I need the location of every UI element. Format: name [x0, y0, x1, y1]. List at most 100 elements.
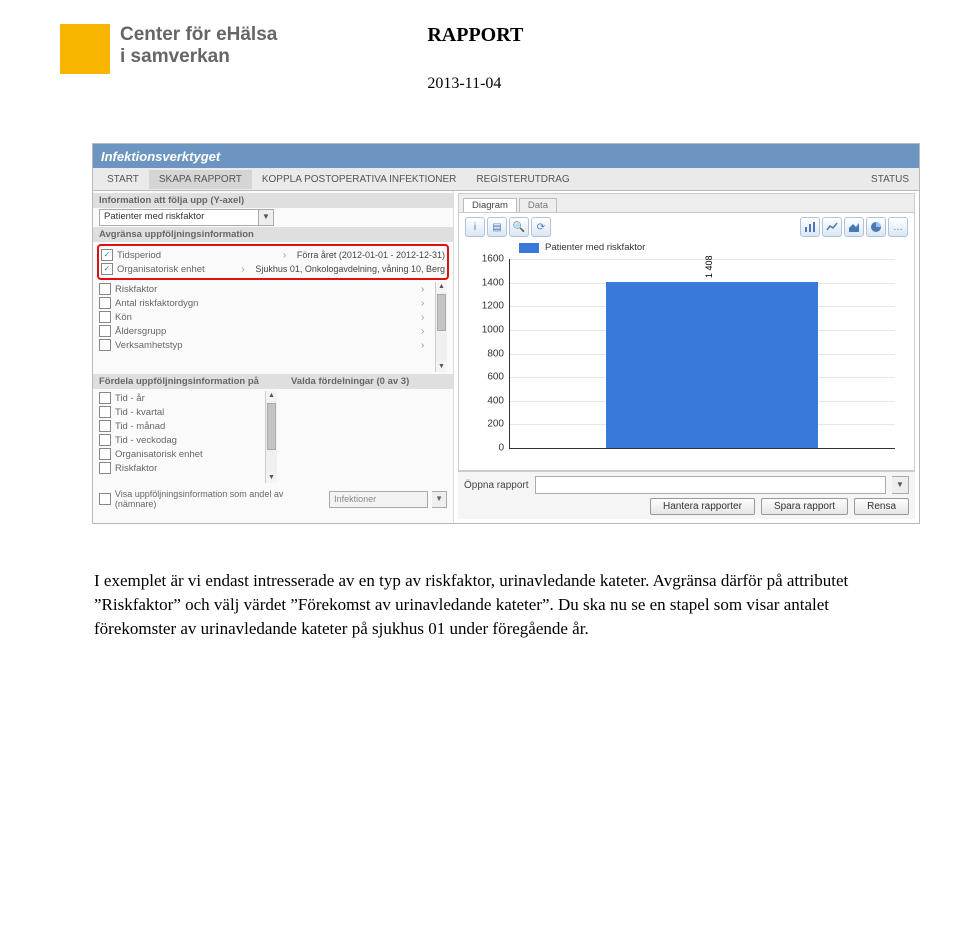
limit-scrollbar[interactable]: ▲ ▼: [435, 282, 447, 372]
checkbox-icon[interactable]: [99, 283, 111, 295]
chevron-right-icon[interactable]: ›: [283, 250, 293, 261]
limit-label: Verksamhetstyp: [115, 340, 235, 351]
app-screenshot: Infektionsverktyget START SKAPA RAPPORT …: [92, 143, 920, 524]
checkbox-icon[interactable]: [99, 325, 111, 337]
distribute-label: Tid - kvartal: [115, 407, 164, 418]
ytick: 1400: [472, 277, 504, 288]
checkbox-icon[interactable]: ✓: [101, 249, 113, 261]
body-paragraph: I exemplet är vi endast intresserade av …: [94, 569, 880, 640]
chevron-right-icon[interactable]: ›: [241, 264, 251, 275]
limit-row-orgenhet[interactable]: ✓ Organisatorisk enhet › Sjukhus 01, Onk…: [101, 262, 445, 276]
checkbox-icon[interactable]: [99, 339, 111, 351]
chart-plot: 1600 1400 1200 1000 800 600 400 200 0 1 …: [459, 259, 914, 470]
ytick: 0: [472, 443, 504, 454]
header-right: RAPPORT 2013-11-04: [427, 24, 523, 93]
share-select[interactable]: Infektioner: [329, 491, 428, 508]
logo-line-1: Center för eHälsa: [120, 24, 277, 46]
left-panel: Information att följa upp (Y-axel) Patie…: [93, 191, 454, 523]
yaxis-select-arrow[interactable]: ▼: [259, 209, 274, 226]
plot-axes: 1600 1400 1200 1000 800 600 400 200 0 1 …: [509, 259, 895, 449]
report-title: RAPPORT: [427, 24, 523, 47]
limit-row-kon[interactable]: Kön ›: [99, 310, 435, 324]
scroll-up-icon[interactable]: ▲: [436, 282, 447, 292]
chevron-right-icon[interactable]: ›: [421, 284, 431, 295]
share-label: Visa uppföljningsinformation som andel a…: [115, 489, 325, 509]
bar-chart-icon[interactable]: [800, 217, 820, 237]
chart-tabs: Diagram Data: [459, 194, 914, 213]
scroll-down-icon[interactable]: ▼: [266, 473, 277, 483]
limit-row-antal[interactable]: Antal riskfaktordygn ›: [99, 296, 435, 310]
ytick: 1000: [472, 324, 504, 335]
bottom-controls: Öppna rapport ▼ Hantera rapporter Spara …: [458, 471, 915, 519]
app-titlebar: Infektionsverktyget: [93, 144, 919, 168]
app-body: Information att följa upp (Y-axel) Patie…: [93, 191, 919, 523]
save-report-button[interactable]: Spara rapport: [761, 498, 848, 515]
manage-reports-button[interactable]: Hantera rapporter: [650, 498, 755, 515]
ytick: 1600: [472, 254, 504, 265]
open-report-field[interactable]: [535, 476, 887, 494]
limit-label: Riskfaktor: [115, 284, 235, 295]
refresh-icon[interactable]: ⟳: [531, 217, 551, 237]
bar-value-label: 1 408: [704, 255, 714, 278]
checkbox-icon[interactable]: [99, 448, 111, 460]
tab-status[interactable]: STATUS: [861, 170, 919, 189]
info-icon[interactable]: i: [465, 217, 485, 237]
chevron-right-icon[interactable]: ›: [421, 340, 431, 351]
area-chart-icon[interactable]: [844, 217, 864, 237]
logo-line-2: i samverkan: [120, 46, 277, 68]
logo-text: Center för eHälsa i samverkan: [120, 24, 277, 68]
distribute-label: Riskfaktor: [115, 463, 157, 474]
checkbox-icon[interactable]: [99, 462, 111, 474]
share-row: Visa uppföljningsinformation som andel a…: [93, 485, 453, 517]
page-header: Center för eHälsa i samverkan RAPPORT 20…: [0, 0, 960, 93]
line-chart-icon[interactable]: [822, 217, 842, 237]
checkbox-icon[interactable]: [99, 420, 111, 432]
other-chart-icon[interactable]: …: [888, 217, 908, 237]
distribute-list: Tid - år Tid - kvartal Tid - månad Tid -…: [99, 391, 447, 483]
checkbox-icon[interactable]: [99, 297, 111, 309]
reports-icon[interactable]: ▤: [487, 217, 507, 237]
limit-header: Avgränsa uppföljningsinformation: [93, 227, 453, 242]
scroll-down-icon[interactable]: ▼: [436, 362, 447, 372]
distribute-scrollbar[interactable]: ▲ ▼: [265, 391, 277, 483]
tab-start[interactable]: START: [97, 170, 149, 189]
chevron-right-icon[interactable]: ›: [421, 312, 431, 323]
report-date: 2013-11-04: [427, 75, 523, 93]
chevron-right-icon[interactable]: ›: [421, 298, 431, 309]
limit-row-verksamhetstyp[interactable]: Verksamhetstyp ›: [99, 338, 435, 352]
right-panel: Diagram Data i ▤ 🔍 ⟳: [454, 191, 919, 523]
limit-row-tidsperiod[interactable]: ✓ Tidsperiod › Förra året (2012-01-01 - …: [101, 248, 445, 262]
checkbox-icon[interactable]: [99, 406, 111, 418]
chart-tab-data[interactable]: Data: [519, 198, 557, 212]
checkbox-icon[interactable]: [99, 434, 111, 446]
limit-row-riskfaktor[interactable]: Riskfaktor ›: [99, 282, 435, 296]
scroll-up-icon[interactable]: ▲: [266, 391, 277, 401]
chevron-down-icon[interactable]: ▼: [432, 491, 447, 508]
zoom-icon[interactable]: 🔍: [509, 217, 529, 237]
tab-registerutdrag[interactable]: REGISTERUTDRAG: [466, 170, 579, 189]
limit-row-aldersgrupp[interactable]: Åldersgrupp ›: [99, 324, 435, 338]
distribute-label: Tid - månad: [115, 421, 165, 432]
distribute-selected-header: Valda fördelningar (0 av 3): [285, 374, 453, 389]
distribute-label: Tid - veckodag: [115, 435, 177, 446]
checkbox-icon[interactable]: [99, 311, 111, 323]
clear-button[interactable]: Rensa: [854, 498, 909, 515]
highlight-box: ✓ Tidsperiod › Förra året (2012-01-01 - …: [97, 244, 449, 280]
ytick: 200: [472, 419, 504, 430]
ytick: 800: [472, 348, 504, 359]
checkbox-icon[interactable]: [99, 392, 111, 404]
limit-label: Kön: [115, 312, 235, 323]
chart-tab-diagram[interactable]: Diagram: [463, 198, 517, 212]
checkbox-icon[interactable]: ✓: [101, 263, 113, 275]
checkbox-icon[interactable]: [99, 493, 111, 505]
pie-chart-icon[interactable]: [866, 217, 886, 237]
tab-koppla[interactable]: KOPPLA POSTOPERATIVA INFEKTIONER: [252, 170, 467, 189]
chevron-down-icon[interactable]: ▼: [892, 476, 909, 494]
chevron-right-icon[interactable]: ›: [421, 326, 431, 337]
limit-label: Antal riskfaktordygn: [115, 298, 235, 309]
limit-label: Åldersgrupp: [115, 326, 235, 337]
tab-skapa-rapport[interactable]: SKAPA RAPPORT: [149, 170, 252, 189]
yaxis-select[interactable]: Patienter med riskfaktor: [99, 209, 259, 226]
chart-legend: Patienter med riskfaktor: [459, 238, 914, 259]
limit-value: Förra året (2012-01-01 - 2012-12-31): [297, 250, 445, 260]
